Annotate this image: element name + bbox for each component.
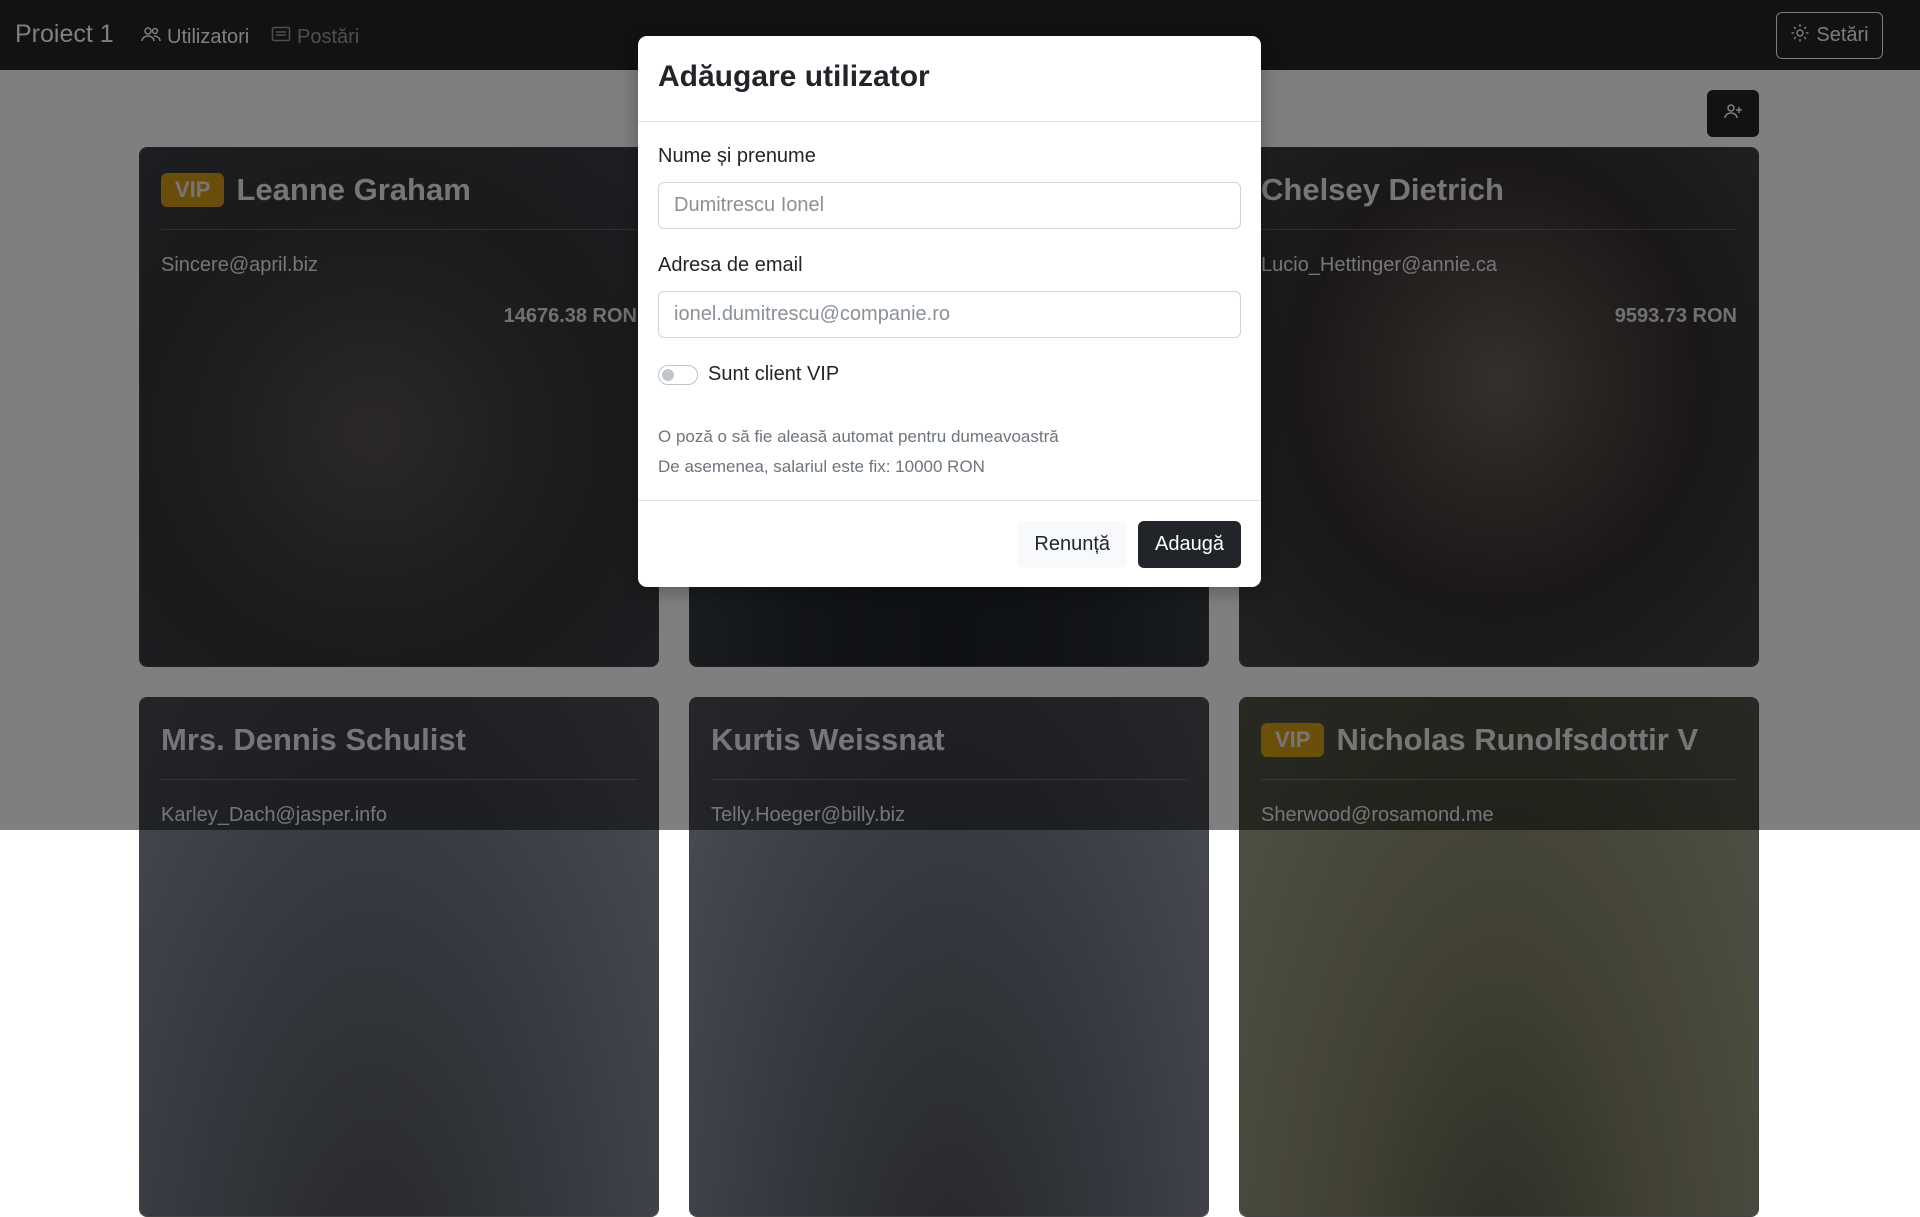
vip-switch-row: Sunt client VIP	[658, 363, 1241, 386]
email-label: Adresa de email	[658, 254, 803, 276]
modal-footer: Renunță Adaugă	[638, 500, 1261, 587]
vip-toggle-switch[interactable]	[658, 364, 698, 385]
info-line-salary: De asemenea, salariul este fix: 10000 RO…	[658, 457, 985, 476]
add-user-modal: Adăugare utilizator Nume și prenume Adre…	[638, 36, 1261, 587]
cancel-button[interactable]: Renunță	[1017, 520, 1128, 568]
name-input[interactable]	[658, 182, 1241, 229]
modal-body: Nume și prenume Adresa de email Sunt cli…	[638, 122, 1261, 482]
vip-switch-label[interactable]: Sunt client VIP	[708, 363, 839, 386]
info-text: O poză o să fie aleasă automat pentru du…	[658, 422, 1241, 482]
modal-header: Adăugare utilizator	[638, 36, 1261, 122]
email-input[interactable]	[658, 291, 1241, 338]
modal-title: Adăugare utilizator	[658, 60, 930, 93]
add-button[interactable]: Adaugă	[1138, 520, 1241, 568]
name-label: Nume și prenume	[658, 145, 816, 167]
info-line-photo: O poză o să fie aleasă automat pentru du…	[658, 427, 1059, 446]
